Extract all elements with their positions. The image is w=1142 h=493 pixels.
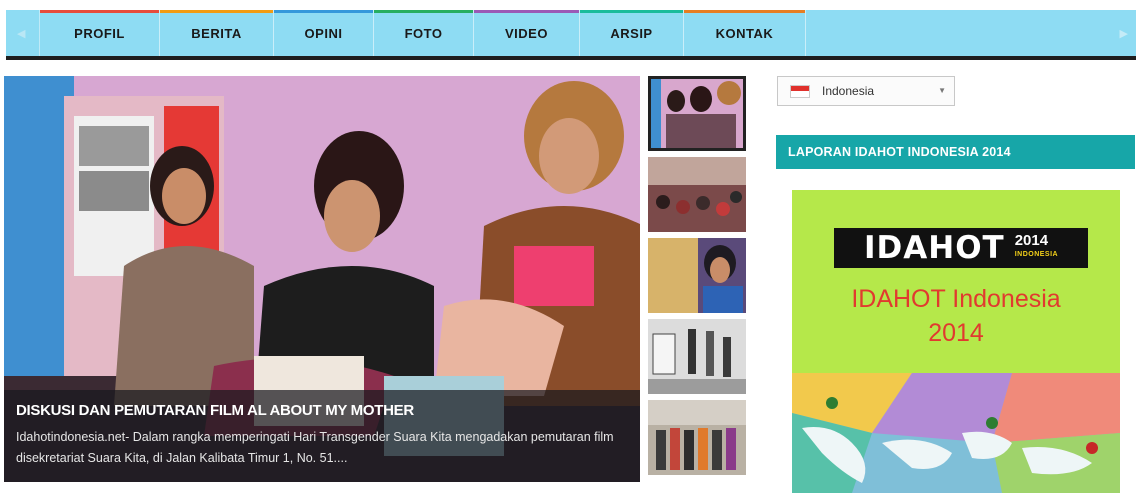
nav-label: VIDEO (505, 25, 548, 41)
featured-caption: DISKUSI DAN PEMUTARAN FILM AL ABOUT MY M… (4, 390, 640, 482)
nav-label: BERITA (191, 25, 242, 41)
featured-article[interactable]: DISKUSI DAN PEMUTARAN FILM AL ABOUT MY M… (4, 76, 640, 482)
main-nav: ◀ PROFIL BERITA OPINI FOTO VIDEO ARSIP K… (6, 10, 1136, 60)
chevron-right-icon: ▶ (1119, 28, 1128, 40)
chevron-left-icon: ◀ (17, 28, 26, 40)
nav-label: PROFIL (74, 25, 125, 41)
nav-label: ARSIP (610, 25, 653, 41)
nav-item-berita[interactable]: BERITA (160, 10, 274, 56)
nav-item-kontak[interactable]: KONTAK (684, 10, 806, 56)
language-selected: Indonesia (822, 84, 875, 98)
nav-accent (374, 10, 473, 13)
poster-logo-text: IDAHOT (864, 230, 1005, 266)
poster-year: 2014 (1014, 232, 1049, 249)
poster-year-sub: INDONESIA (1014, 251, 1059, 258)
poster-map-graphic (792, 373, 1120, 493)
nav-item-foto[interactable]: FOTO (374, 10, 474, 56)
thumbnail-image (648, 238, 746, 313)
nav-item-profil[interactable]: PROFIL (40, 10, 160, 56)
poster-line-1: IDAHOT Indonesia (851, 285, 1061, 313)
thumbnail-image (648, 157, 746, 232)
nav-accent (684, 10, 805, 13)
flag-white-stripe (791, 91, 809, 97)
nav-next[interactable]: ▶ (806, 10, 1136, 56)
nav-label: OPINI (304, 25, 343, 41)
featured-title[interactable]: DISKUSI DAN PEMUTARAN FILM AL ABOUT MY M… (16, 402, 628, 419)
poster-logo-year: 2014 INDONESIA (1014, 232, 1059, 262)
thumbnail-3[interactable] (648, 238, 746, 313)
widget-title: LAPORAN IDAHOT INDONESIA 2014 (776, 135, 1135, 169)
nav-label: FOTO (404, 25, 443, 41)
nav-accent (580, 10, 683, 13)
thumbnail-image (648, 319, 746, 394)
poster-text: IDAHOT Indonesia 2014 (792, 282, 1120, 350)
nav-accent (160, 10, 273, 13)
nav-label: KONTAK (715, 25, 774, 41)
chevron-down-icon: ▼ (938, 86, 946, 95)
thumbnail-2[interactable] (648, 157, 746, 232)
thumbnail-image (651, 79, 743, 148)
indonesia-flag-icon (790, 84, 810, 98)
idahot-poster[interactable]: IDAHOT 2014 INDONESIA IDAHOT Indonesia 20… (792, 190, 1120, 493)
nav-prev[interactable]: ◀ (6, 10, 40, 56)
thumbnail-image (648, 400, 746, 475)
nav-item-arsip[interactable]: ARSIP (580, 10, 684, 56)
nav-accent (274, 10, 373, 13)
thumbnail-4[interactable] (648, 319, 746, 394)
idahot-logo: IDAHOT 2014 INDONESIA (834, 228, 1088, 268)
featured-excerpt: Idahotindonesia.net- Dalam rangka memper… (16, 430, 614, 465)
thumbnail-list (648, 76, 746, 481)
nav-accent (474, 10, 579, 13)
thumbnail-1[interactable] (648, 76, 746, 151)
nav-item-video[interactable]: VIDEO (474, 10, 580, 56)
thumbnail-5[interactable] (648, 400, 746, 475)
nav-accent (40, 10, 159, 13)
poster-line-2: 2014 (928, 319, 984, 347)
language-select[interactable]: Indonesia ▼ (777, 76, 955, 106)
nav-item-opini[interactable]: OPINI (274, 10, 374, 56)
